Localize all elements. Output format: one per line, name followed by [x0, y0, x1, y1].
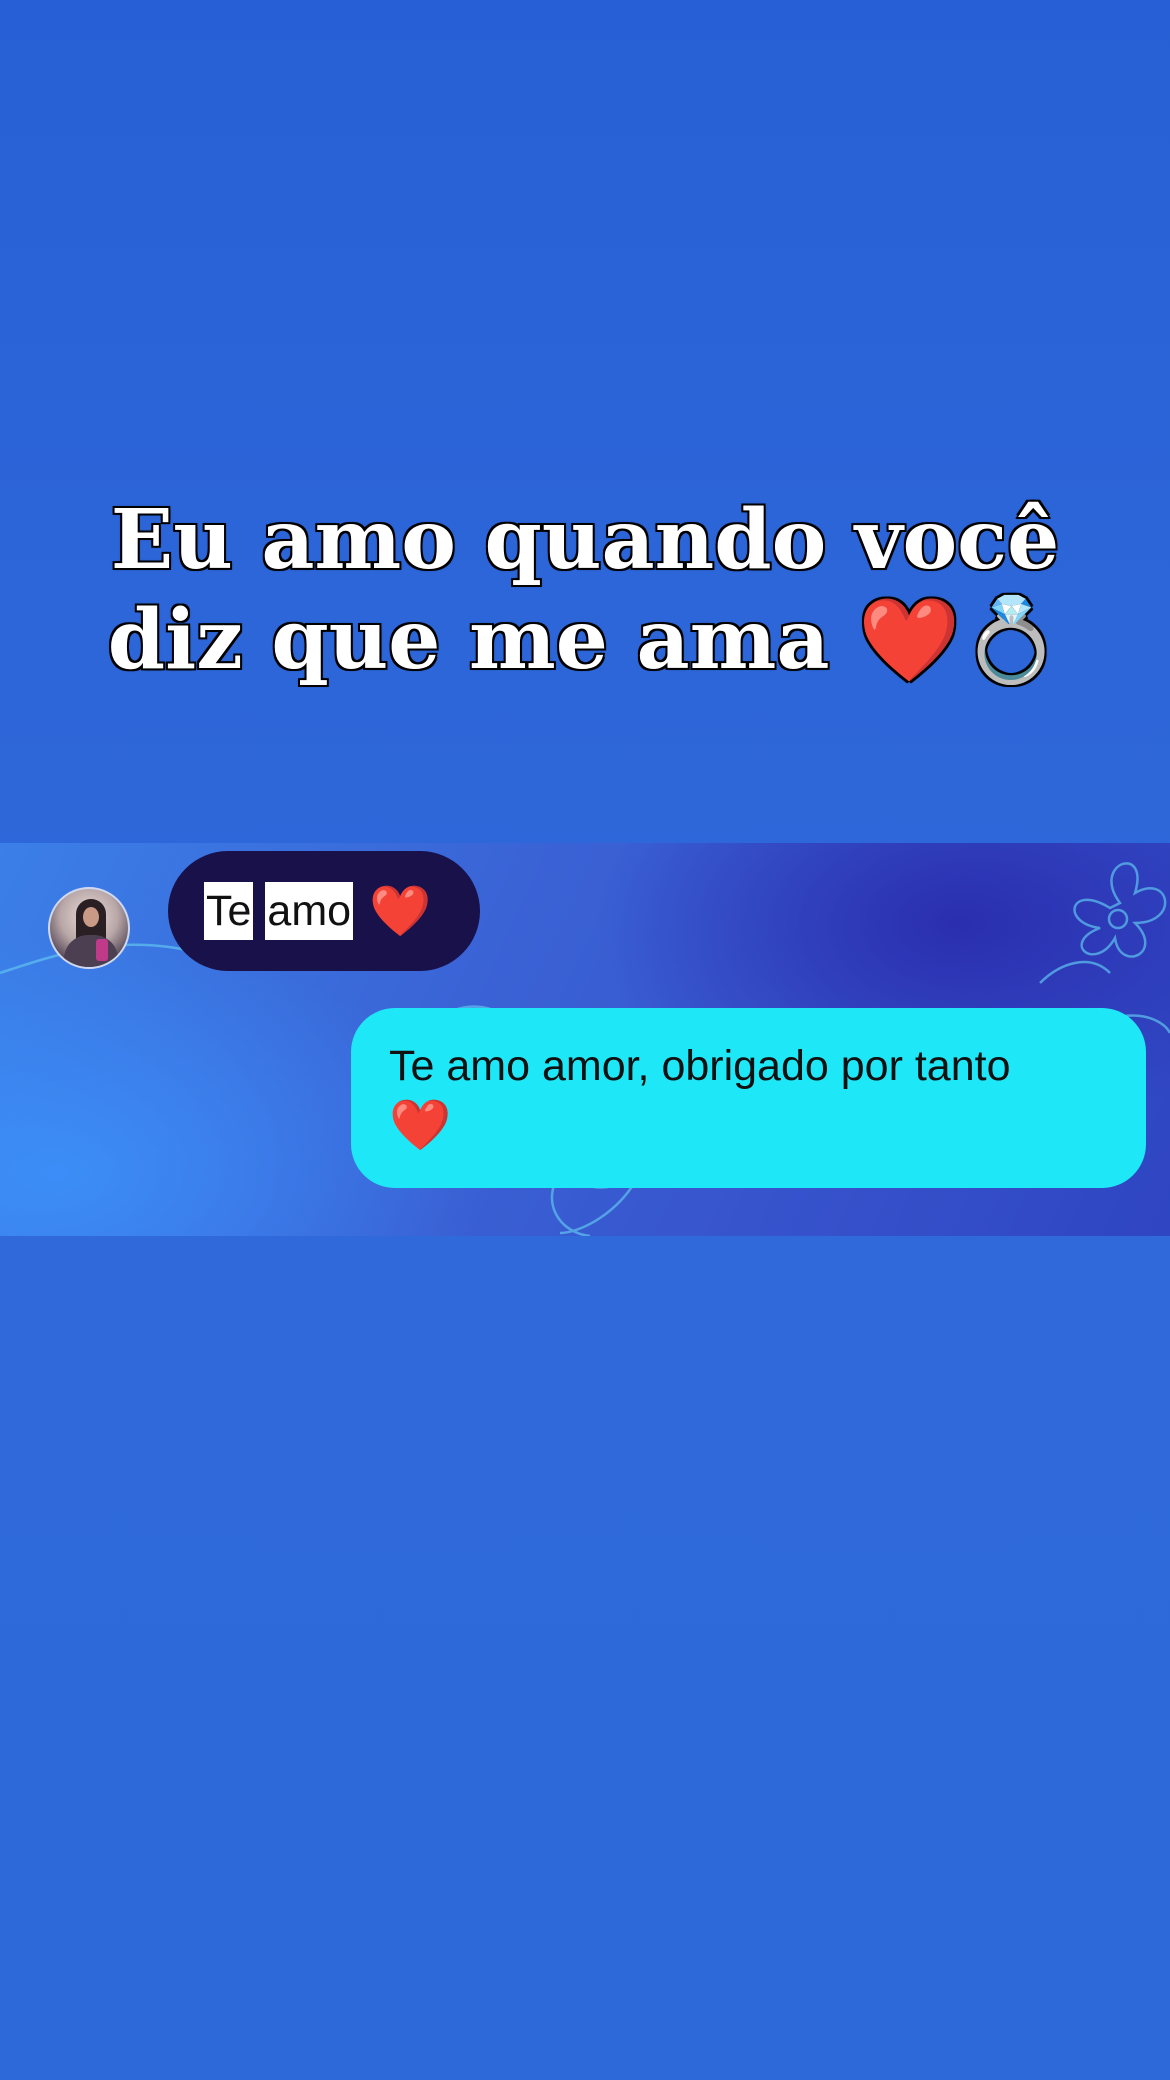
heart-icon: ❤️ [369, 882, 432, 939]
chat-screenshot: Te amo ❤️ Te amo amor, obrigado por tant… [0, 843, 1170, 1236]
caption-line-1: Eu amo quando você [109, 491, 1061, 590]
highlighted-word-te: Te [204, 882, 254, 940]
caption-line-2: diz que me ama ❤️💍 [106, 591, 1064, 690]
highlighted-word-amo: amo [265, 882, 354, 940]
incoming-message-bubble[interactable]: Te amo ❤️ [168, 851, 480, 971]
avatar[interactable] [48, 887, 130, 969]
outgoing-message-text: Te amo amor, obrigado por tanto [389, 1042, 1011, 1090]
caption-title: Eu amo quando você diz que me ama ❤️💍 [0, 490, 1170, 690]
outgoing-message-bubble[interactable]: Te amo amor, obrigado por tanto ❤️ [351, 1008, 1146, 1188]
heart-icon: ❤️ [389, 1097, 452, 1153]
